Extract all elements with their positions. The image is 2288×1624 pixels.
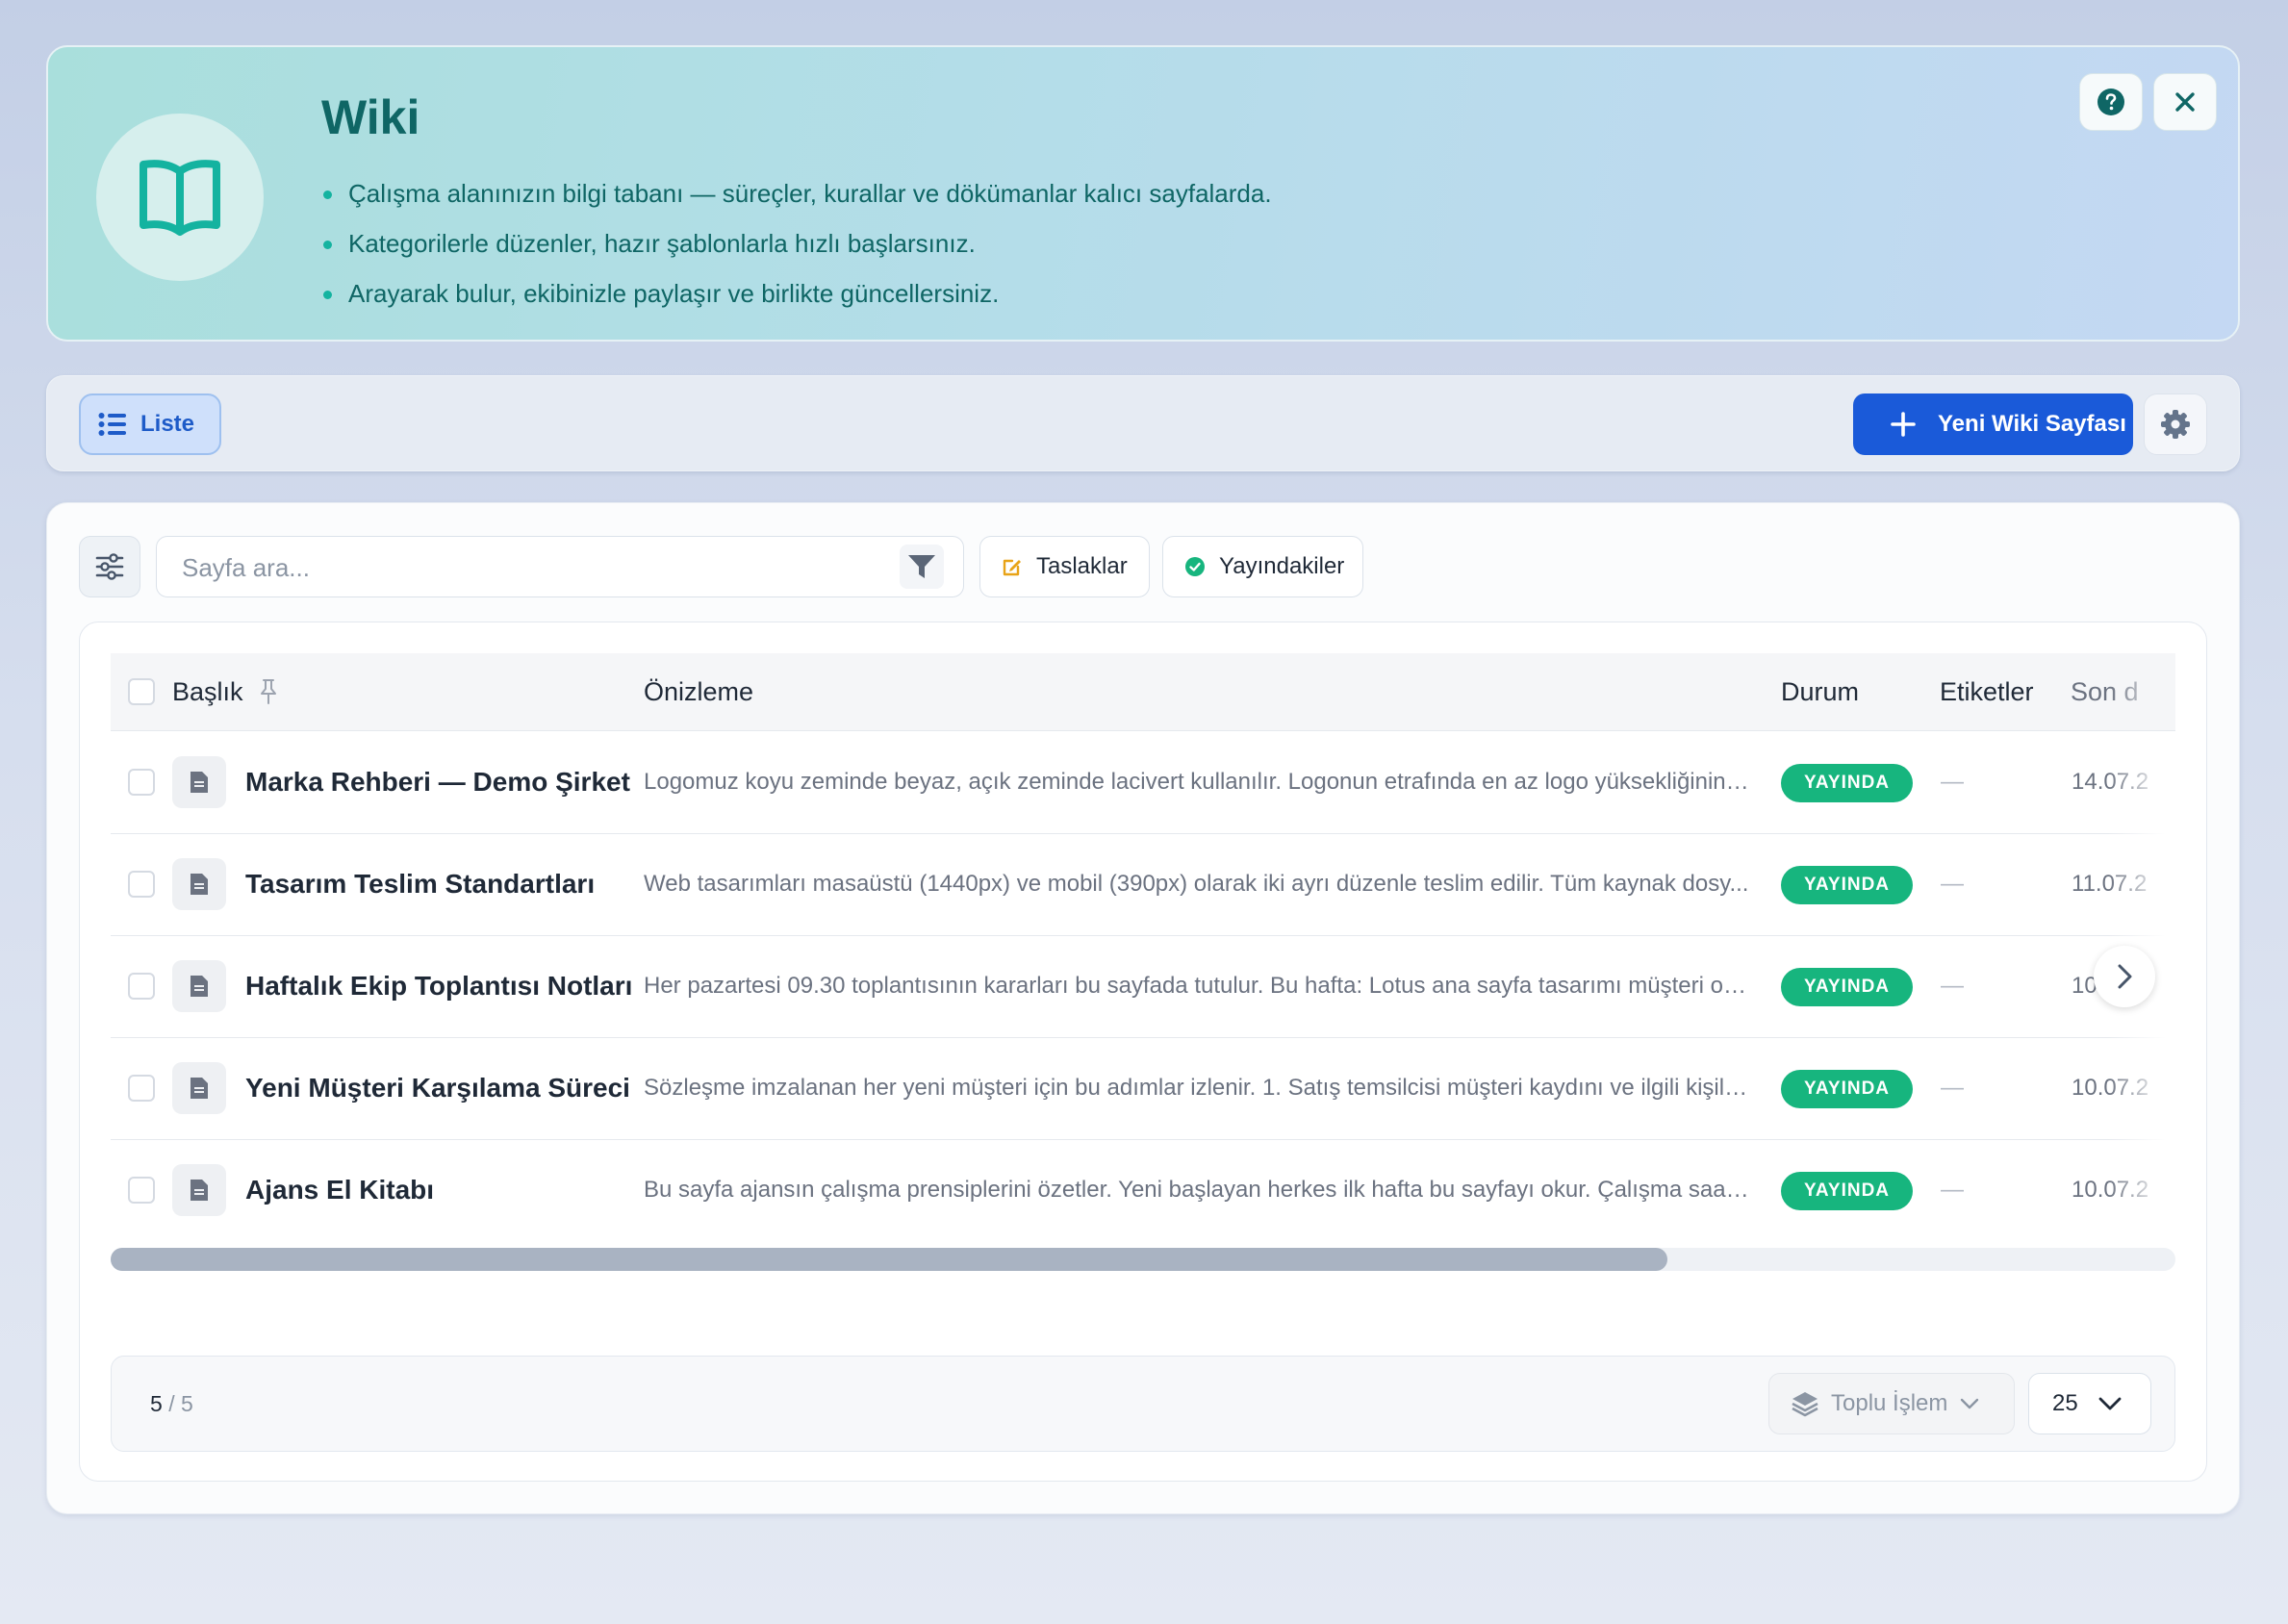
horizontal-scrollbar[interactable]	[111, 1248, 2175, 1271]
document-icon	[172, 960, 226, 1012]
drafts-filter-chip[interactable]: Taslaklar	[979, 536, 1150, 597]
wiki-hero-banner: Wiki Çalışma alanınızın bilgi tabanı — s…	[46, 45, 2240, 342]
select-all-checkbox[interactable]	[128, 678, 155, 705]
close-icon	[2175, 92, 2195, 112]
chevron-down-icon	[1961, 1398, 1979, 1409]
bulk-action-label: Toplu İşlem	[1831, 1390, 1948, 1416]
row-checkbox[interactable]	[128, 1177, 155, 1204]
list-view-label: Liste	[140, 411, 195, 437]
row-preview: Her pazartesi 09.30 toplantısının kararl…	[644, 973, 1750, 999]
help-button[interactable]	[2079, 73, 2143, 131]
bulk-action-dropdown[interactable]: Toplu İşlem	[1768, 1373, 2015, 1434]
wiki-pages-table: Başlık Önizleme Durum Etiketler Son d Ma…	[79, 622, 2207, 1482]
column-status[interactable]: Durum	[1781, 653, 1859, 730]
list-icon	[98, 413, 126, 436]
scroll-fade	[2108, 653, 2175, 730]
scroll-fade	[2108, 833, 2175, 935]
row-tags: —	[1941, 973, 1964, 999]
scroll-right-button[interactable]	[2094, 946, 2155, 1007]
row-checkbox[interactable]	[128, 973, 155, 1000]
hero-title: Wiki	[321, 90, 420, 144]
table-row[interactable]: Yeni Müşteri Karşılama Süreci Sözleşme i…	[111, 1037, 2175, 1140]
filter-button[interactable]	[900, 545, 944, 589]
status-badge: YAYINDA	[1781, 968, 1914, 1006]
scroll-fade	[2108, 1037, 2175, 1139]
published-filter-label: Yayındakiler	[1219, 553, 1345, 579]
close-banner-button[interactable]	[2153, 73, 2217, 131]
chevron-right-icon	[2118, 964, 2132, 989]
page-size-value: 25	[2052, 1390, 2078, 1416]
row-tags: —	[1941, 1177, 1964, 1203]
sliders-icon	[95, 553, 124, 580]
layers-icon	[1792, 1392, 1818, 1417]
row-checkbox[interactable]	[128, 769, 155, 796]
row-count-total: 5	[180, 1391, 193, 1416]
row-preview: Web tasarımları masaüstü (1440px) ve mob…	[644, 871, 1749, 897]
view-toolbar: Liste Yeni Wiki Sayfası	[46, 375, 2240, 471]
help-circle-icon	[2097, 89, 2124, 115]
new-wiki-page-button[interactable]: Yeni Wiki Sayfası	[1853, 393, 2133, 455]
row-count-separator: /	[168, 1391, 175, 1416]
settings-button[interactable]	[2144, 393, 2207, 455]
document-icon	[172, 1164, 226, 1216]
row-title[interactable]: Tasarım Teslim Standartları	[245, 833, 595, 935]
row-preview: Bu sayfa ajansın çalışma prensiplerini ö…	[644, 1177, 1750, 1203]
new-wiki-page-label: Yeni Wiki Sayfası	[1938, 411, 2126, 437]
hero-feature-item: Arayarak bulur, ekibinizle paylaşır ve b…	[321, 268, 1272, 318]
table-footer: 5 / 5 Toplu İşlem 25	[111, 1356, 2175, 1452]
column-settings-button[interactable]	[79, 536, 140, 597]
row-count-shown: 5	[150, 1391, 163, 1416]
table-header: Başlık Önizleme Durum Etiketler Son d	[111, 653, 2175, 731]
status-badge: YAYINDA	[1781, 764, 1914, 802]
search-input[interactable]	[157, 537, 896, 598]
scroll-fade	[2108, 1139, 2175, 1241]
row-tags: —	[1941, 871, 1964, 897]
row-checkbox[interactable]	[128, 871, 155, 898]
hero-feature-item: Kategorilerle düzenler, hazır şablonlarl…	[321, 218, 1272, 268]
scrollbar-thumb[interactable]	[111, 1248, 1668, 1271]
table-row[interactable]: Tasarım Teslim Standartları Web tasarıml…	[111, 833, 2175, 936]
row-title[interactable]: Haftalık Ekip Toplantısı Notları	[245, 935, 632, 1037]
edit-icon	[1003, 559, 1021, 576]
drafts-filter-label: Taslaklar	[1036, 553, 1128, 579]
table-row[interactable]: Marka Rehberi — Demo Şirket Logomuz koyu…	[111, 731, 2175, 834]
published-filter-chip[interactable]: Yayındakiler	[1162, 536, 1363, 597]
row-preview: Sözleşme imzalanan her yeni müşteri için…	[644, 1075, 1750, 1101]
hero-icon-circle	[96, 114, 264, 281]
column-title[interactable]: Başlık	[172, 653, 243, 730]
row-tags: —	[1941, 1075, 1964, 1101]
wiki-list-card: Taslaklar Yayındakiler Başlık Önizleme D…	[46, 502, 2240, 1514]
page-size-select[interactable]: 25	[2028, 1373, 2151, 1434]
row-tags: —	[1941, 769, 1964, 795]
table-row[interactable]: Ajans El Kitabı Bu sayfa ajansın çalışma…	[111, 1139, 2175, 1241]
plus-icon	[1891, 412, 1916, 437]
row-checkbox[interactable]	[128, 1075, 155, 1102]
row-title[interactable]: Ajans El Kitabı	[245, 1139, 434, 1241]
column-tags[interactable]: Etiketler	[1940, 653, 2034, 730]
hero-feature-item: Çalışma alanınızın bilgi tabanı — süreçl…	[321, 168, 1272, 218]
chevron-down-icon	[2098, 1397, 2122, 1410]
row-title[interactable]: Yeni Müşteri Karşılama Süreci	[245, 1037, 630, 1139]
status-badge: YAYINDA	[1781, 1172, 1914, 1210]
list-view-button[interactable]: Liste	[79, 393, 221, 455]
status-badge: YAYINDA	[1781, 866, 1914, 904]
scroll-fade	[2108, 731, 2175, 833]
gear-icon	[2161, 410, 2190, 439]
row-count: 5 / 5	[150, 1357, 193, 1451]
document-icon	[172, 756, 226, 808]
funnel-icon	[908, 555, 935, 578]
column-preview: Önizleme	[644, 677, 754, 706]
document-icon	[172, 1062, 226, 1114]
document-icon	[172, 858, 226, 910]
table-row[interactable]: Haftalık Ekip Toplantısı Notları Her paz…	[111, 935, 2175, 1038]
row-title[interactable]: Marka Rehberi — Demo Şirket	[245, 731, 630, 833]
book-open-icon	[140, 160, 220, 236]
pin-icon[interactable]	[259, 678, 278, 705]
hero-feature-list: Çalışma alanınızın bilgi tabanı — süreçl…	[321, 168, 1272, 318]
page-search	[156, 536, 964, 598]
row-preview: Logomuz koyu zeminde beyaz, açık zeminde…	[644, 769, 1750, 795]
check-circle-icon	[1185, 557, 1205, 576]
status-badge: YAYINDA	[1781, 1070, 1914, 1108]
